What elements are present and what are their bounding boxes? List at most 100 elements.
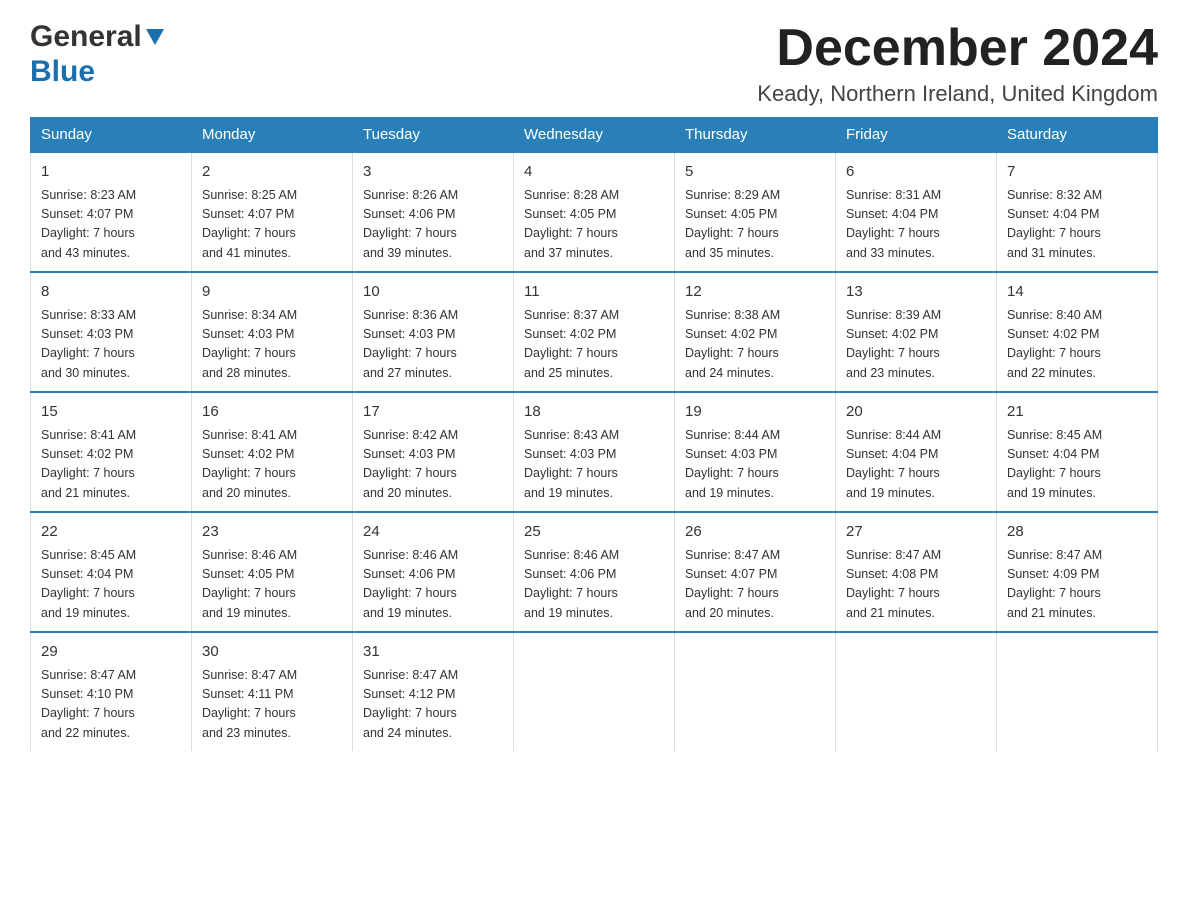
logo-text-general: General [30, 20, 142, 55]
calendar-cell: 4Sunrise: 8:28 AMSunset: 4:05 PMDaylight… [514, 152, 675, 272]
day-number: 4 [524, 161, 664, 184]
day-info: Sunrise: 8:47 AMSunset: 4:07 PMDaylight:… [685, 546, 825, 624]
calendar-cell: 17Sunrise: 8:42 AMSunset: 4:03 PMDayligh… [353, 392, 514, 512]
day-info: Sunrise: 8:39 AMSunset: 4:02 PMDaylight:… [846, 306, 986, 384]
day-info: Sunrise: 8:29 AMSunset: 4:05 PMDaylight:… [685, 186, 825, 264]
day-number: 9 [202, 281, 342, 304]
calendar-cell: 1Sunrise: 8:23 AMSunset: 4:07 PMDaylight… [31, 152, 192, 272]
week-row-5: 29Sunrise: 8:47 AMSunset: 4:10 PMDayligh… [31, 632, 1158, 751]
day-info: Sunrise: 8:44 AMSunset: 4:04 PMDaylight:… [846, 426, 986, 504]
location-subtitle: Keady, Northern Ireland, United Kingdom [757, 81, 1158, 107]
day-number: 30 [202, 641, 342, 664]
calendar-cell: 25Sunrise: 8:46 AMSunset: 4:06 PMDayligh… [514, 512, 675, 632]
day-number: 2 [202, 161, 342, 184]
day-info: Sunrise: 8:32 AMSunset: 4:04 PMDaylight:… [1007, 186, 1147, 264]
header-sunday: Sunday [31, 118, 192, 153]
calendar-cell: 27Sunrise: 8:47 AMSunset: 4:08 PMDayligh… [836, 512, 997, 632]
calendar-cell: 24Sunrise: 8:46 AMSunset: 4:06 PMDayligh… [353, 512, 514, 632]
calendar-cell: 11Sunrise: 8:37 AMSunset: 4:02 PMDayligh… [514, 272, 675, 392]
month-title: December 2024 [757, 20, 1158, 77]
calendar-cell [675, 632, 836, 751]
day-info: Sunrise: 8:28 AMSunset: 4:05 PMDaylight:… [524, 186, 664, 264]
day-number: 13 [846, 281, 986, 304]
page-header: General Blue December 2024 Keady, Northe… [30, 20, 1158, 107]
day-number: 5 [685, 161, 825, 184]
day-info: Sunrise: 8:31 AMSunset: 4:04 PMDaylight:… [846, 186, 986, 264]
calendar-cell: 19Sunrise: 8:44 AMSunset: 4:03 PMDayligh… [675, 392, 836, 512]
logo: General Blue [30, 20, 166, 89]
header-friday: Friday [836, 118, 997, 153]
header-tuesday: Tuesday [353, 118, 514, 153]
day-info: Sunrise: 8:25 AMSunset: 4:07 PMDaylight:… [202, 186, 342, 264]
day-info: Sunrise: 8:41 AMSunset: 4:02 PMDaylight:… [41, 426, 181, 504]
calendar-cell: 14Sunrise: 8:40 AMSunset: 4:02 PMDayligh… [997, 272, 1158, 392]
calendar-cell: 13Sunrise: 8:39 AMSunset: 4:02 PMDayligh… [836, 272, 997, 392]
calendar-cell: 7Sunrise: 8:32 AMSunset: 4:04 PMDaylight… [997, 152, 1158, 272]
header-wednesday: Wednesday [514, 118, 675, 153]
header-thursday: Thursday [675, 118, 836, 153]
day-number: 18 [524, 401, 664, 424]
calendar-cell: 21Sunrise: 8:45 AMSunset: 4:04 PMDayligh… [997, 392, 1158, 512]
calendar-cell: 5Sunrise: 8:29 AMSunset: 4:05 PMDaylight… [675, 152, 836, 272]
calendar-cell: 10Sunrise: 8:36 AMSunset: 4:03 PMDayligh… [353, 272, 514, 392]
day-number: 14 [1007, 281, 1147, 304]
logo-triangle-icon [144, 25, 166, 47]
day-info: Sunrise: 8:37 AMSunset: 4:02 PMDaylight:… [524, 306, 664, 384]
day-info: Sunrise: 8:46 AMSunset: 4:05 PMDaylight:… [202, 546, 342, 624]
day-info: Sunrise: 8:42 AMSunset: 4:03 PMDaylight:… [363, 426, 503, 504]
calendar-cell: 3Sunrise: 8:26 AMSunset: 4:06 PMDaylight… [353, 152, 514, 272]
day-number: 23 [202, 521, 342, 544]
day-number: 17 [363, 401, 503, 424]
calendar-cell: 30Sunrise: 8:47 AMSunset: 4:11 PMDayligh… [192, 632, 353, 751]
day-number: 12 [685, 281, 825, 304]
day-info: Sunrise: 8:47 AMSunset: 4:11 PMDaylight:… [202, 666, 342, 744]
day-info: Sunrise: 8:47 AMSunset: 4:12 PMDaylight:… [363, 666, 503, 744]
day-number: 16 [202, 401, 342, 424]
day-number: 26 [685, 521, 825, 544]
calendar-cell: 18Sunrise: 8:43 AMSunset: 4:03 PMDayligh… [514, 392, 675, 512]
day-info: Sunrise: 8:26 AMSunset: 4:06 PMDaylight:… [363, 186, 503, 264]
day-info: Sunrise: 8:38 AMSunset: 4:02 PMDaylight:… [685, 306, 825, 384]
calendar-cell: 6Sunrise: 8:31 AMSunset: 4:04 PMDaylight… [836, 152, 997, 272]
day-info: Sunrise: 8:47 AMSunset: 4:10 PMDaylight:… [41, 666, 181, 744]
day-number: 27 [846, 521, 986, 544]
calendar-cell: 29Sunrise: 8:47 AMSunset: 4:10 PMDayligh… [31, 632, 192, 751]
day-number: 29 [41, 641, 181, 664]
day-number: 25 [524, 521, 664, 544]
day-number: 28 [1007, 521, 1147, 544]
day-number: 20 [846, 401, 986, 424]
calendar-cell: 12Sunrise: 8:38 AMSunset: 4:02 PMDayligh… [675, 272, 836, 392]
calendar-cell: 8Sunrise: 8:33 AMSunset: 4:03 PMDaylight… [31, 272, 192, 392]
calendar-cell [514, 632, 675, 751]
calendar-cell: 20Sunrise: 8:44 AMSunset: 4:04 PMDayligh… [836, 392, 997, 512]
day-number: 10 [363, 281, 503, 304]
day-number: 3 [363, 161, 503, 184]
calendar-cell: 31Sunrise: 8:47 AMSunset: 4:12 PMDayligh… [353, 632, 514, 751]
day-info: Sunrise: 8:45 AMSunset: 4:04 PMDaylight:… [41, 546, 181, 624]
day-number: 1 [41, 161, 181, 184]
day-number: 24 [363, 521, 503, 544]
day-info: Sunrise: 8:46 AMSunset: 4:06 PMDaylight:… [524, 546, 664, 624]
logo-text-blue: Blue [30, 55, 95, 88]
day-info: Sunrise: 8:47 AMSunset: 4:09 PMDaylight:… [1007, 546, 1147, 624]
day-info: Sunrise: 8:43 AMSunset: 4:03 PMDaylight:… [524, 426, 664, 504]
week-row-2: 8Sunrise: 8:33 AMSunset: 4:03 PMDaylight… [31, 272, 1158, 392]
day-info: Sunrise: 8:23 AMSunset: 4:07 PMDaylight:… [41, 186, 181, 264]
day-number: 22 [41, 521, 181, 544]
day-number: 15 [41, 401, 181, 424]
day-info: Sunrise: 8:33 AMSunset: 4:03 PMDaylight:… [41, 306, 181, 384]
title-section: December 2024 Keady, Northern Ireland, U… [757, 20, 1158, 107]
header-saturday: Saturday [997, 118, 1158, 153]
calendar-cell: 22Sunrise: 8:45 AMSunset: 4:04 PMDayligh… [31, 512, 192, 632]
day-info: Sunrise: 8:40 AMSunset: 4:02 PMDaylight:… [1007, 306, 1147, 384]
day-number: 31 [363, 641, 503, 664]
calendar-cell: 15Sunrise: 8:41 AMSunset: 4:02 PMDayligh… [31, 392, 192, 512]
day-info: Sunrise: 8:41 AMSunset: 4:02 PMDaylight:… [202, 426, 342, 504]
calendar-cell: 26Sunrise: 8:47 AMSunset: 4:07 PMDayligh… [675, 512, 836, 632]
calendar-cell: 23Sunrise: 8:46 AMSunset: 4:05 PMDayligh… [192, 512, 353, 632]
day-number: 19 [685, 401, 825, 424]
day-info: Sunrise: 8:36 AMSunset: 4:03 PMDaylight:… [363, 306, 503, 384]
week-row-3: 15Sunrise: 8:41 AMSunset: 4:02 PMDayligh… [31, 392, 1158, 512]
day-info: Sunrise: 8:47 AMSunset: 4:08 PMDaylight:… [846, 546, 986, 624]
week-row-1: 1Sunrise: 8:23 AMSunset: 4:07 PMDaylight… [31, 152, 1158, 272]
